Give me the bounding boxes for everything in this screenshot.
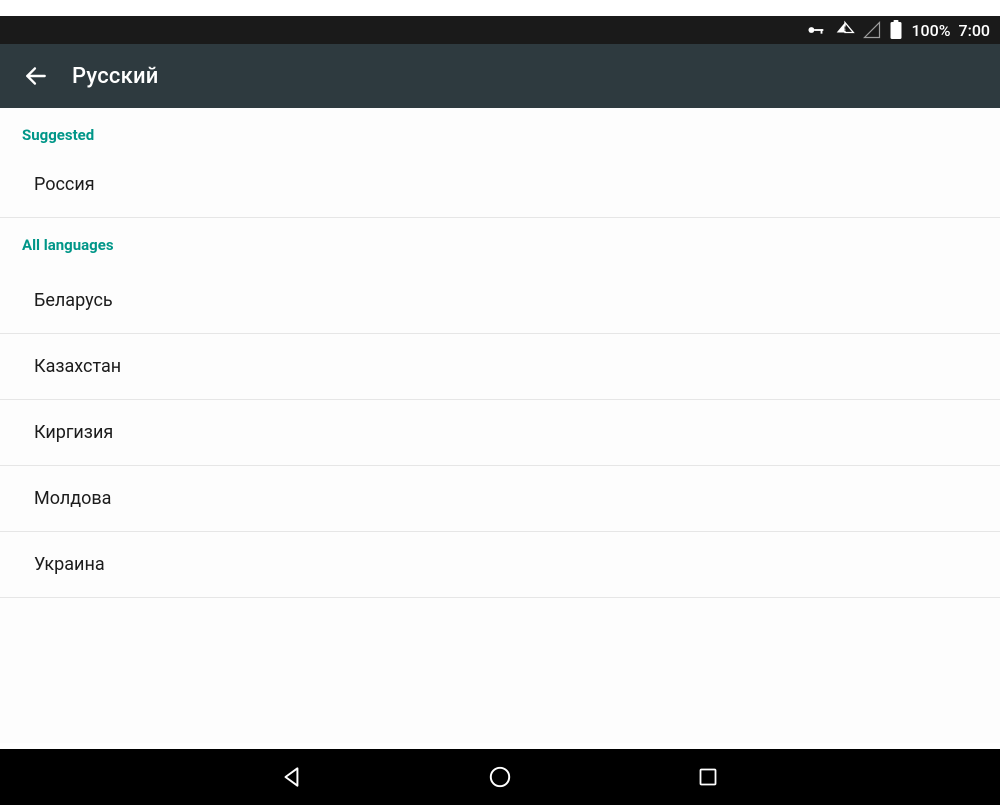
list-item[interactable]: Беларусь (0, 268, 1000, 334)
status-bar: ! 100% 7:00 (0, 16, 1000, 44)
list-item-label: Киргизия (34, 422, 113, 443)
key-icon (805, 19, 827, 41)
section-header-suggested: Suggested (0, 108, 1000, 152)
navigation-bar (0, 749, 1000, 805)
list-item[interactable]: Молдова (0, 466, 1000, 532)
svg-text:!: ! (845, 25, 847, 33)
circle-home-icon (487, 764, 513, 790)
page-title: Русский (72, 64, 159, 89)
battery-percent: 100% (911, 21, 950, 40)
wifi-icon: ! (835, 20, 855, 40)
list-item[interactable]: Украина (0, 532, 1000, 598)
section-header-all: All languages (0, 218, 1000, 268)
app-bar: Русский (0, 44, 1000, 108)
list-item-label: Казахстан (34, 356, 121, 377)
list-item-label: Молдова (34, 488, 111, 509)
list-item-label: Украина (34, 554, 105, 575)
back-button[interactable] (12, 52, 60, 100)
cell-signal-icon (863, 21, 881, 39)
square-recent-icon (696, 765, 720, 789)
list-item[interactable]: Казахстан (0, 334, 1000, 400)
arrow-left-icon (23, 63, 49, 89)
clock-time: 7:00 (959, 21, 991, 40)
list-item[interactable]: Россия (0, 152, 1000, 218)
content-scroll[interactable]: Suggested Россия All languages Беларусь … (0, 108, 1000, 743)
triangle-back-icon (279, 764, 305, 790)
top-spacer (0, 0, 1000, 16)
battery-icon (889, 20, 903, 40)
list-item[interactable]: Киргизия (0, 400, 1000, 466)
nav-home-button[interactable] (476, 753, 524, 801)
nav-back-button[interactable] (268, 753, 316, 801)
nav-recent-button[interactable] (684, 753, 732, 801)
list-item-label: Беларусь (34, 290, 113, 311)
list-item-label: Россия (34, 174, 95, 195)
